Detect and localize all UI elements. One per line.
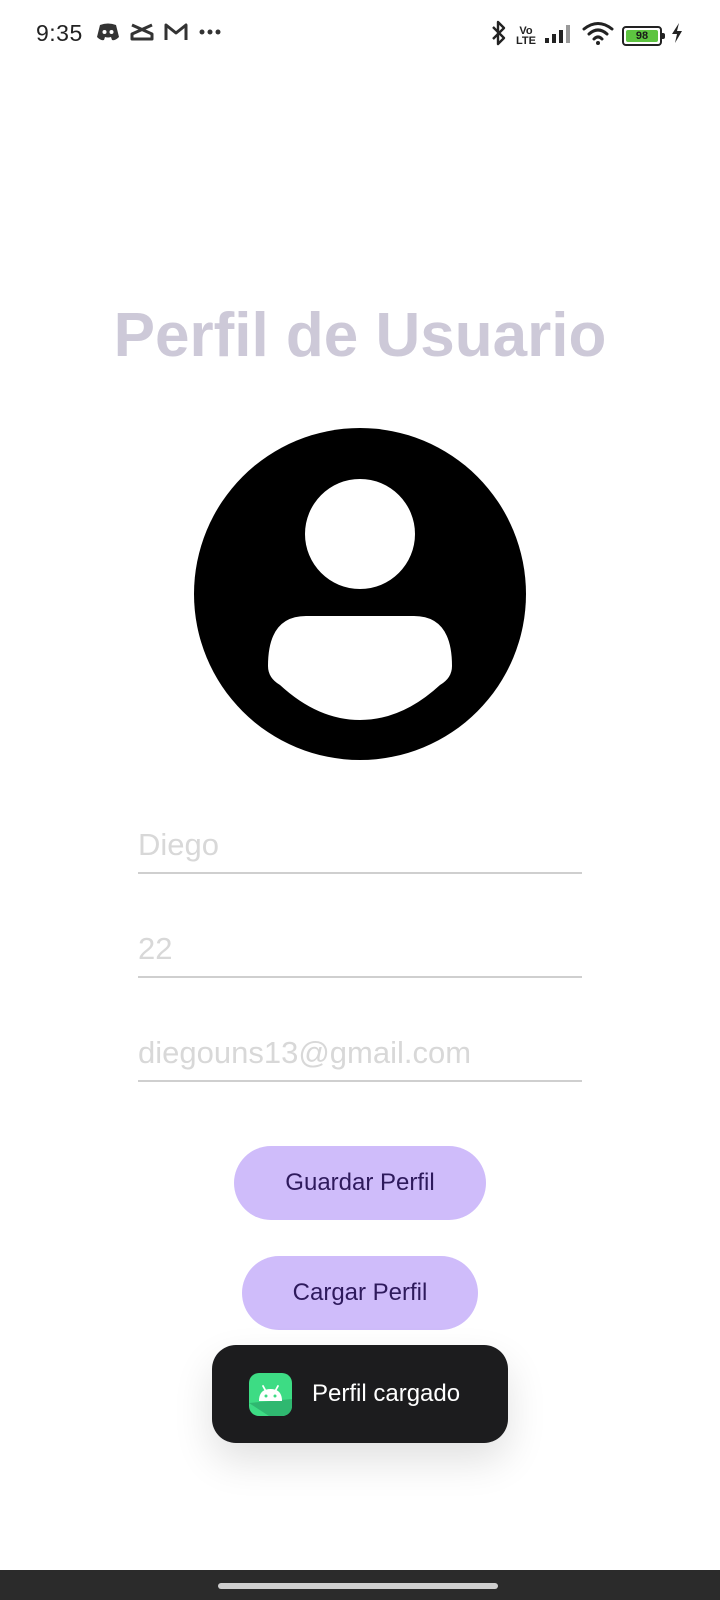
wifi-icon — [582, 21, 614, 50]
android-app-icon — [249, 1372, 292, 1416]
toast-notification: Perfil cargado — [212, 1345, 508, 1443]
charging-icon — [670, 22, 684, 49]
notification-icons — [96, 22, 222, 42]
home-gesture-handle[interactable] — [218, 1583, 498, 1589]
load-profile-button[interactable]: Cargar Perfil — [242, 1256, 478, 1330]
capcut-icon — [130, 22, 154, 42]
more-dots-icon — [198, 22, 222, 42]
volte-icon: Vo LTE — [516, 24, 536, 47]
page-title: Perfil de Usuario — [113, 301, 607, 370]
status-time: 9:35 — [36, 20, 83, 46]
app-screen: 9:35 Vo LTE 98 Perfil de Usuario Diego 2… — [0, 0, 720, 1600]
signal-icon — [544, 22, 574, 49]
system-icons: Vo LTE 98 — [490, 20, 684, 51]
name-field[interactable] — [138, 818, 582, 874]
age-field[interactable] — [138, 922, 582, 978]
bluetooth-icon — [490, 20, 508, 51]
battery-icon: 98 — [622, 25, 665, 46]
account-circle-icon — [194, 428, 526, 760]
volte-top-label: Vo — [519, 24, 533, 37]
toast-message: Perfil cargado — [312, 1380, 461, 1407]
navigation-bar — [0, 1570, 720, 1600]
volte-bottom-label: LTE — [516, 34, 536, 47]
discord-icon — [96, 22, 120, 42]
battery-level: 98 — [626, 29, 658, 42]
gmail-icon — [164, 22, 188, 42]
save-profile-button[interactable]: Guardar Perfil — [234, 1146, 486, 1220]
status-bar: 9:35 Vo LTE 98 — [0, 0, 720, 72]
email-field[interactable] — [138, 1026, 582, 1082]
